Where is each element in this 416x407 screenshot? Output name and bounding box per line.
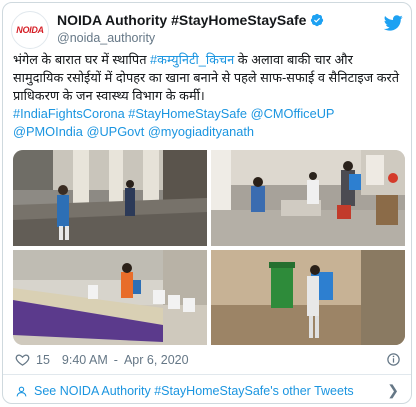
tweet-meta: 15 9:40 AM - Apr 6, 2020 — [15, 352, 189, 367]
tweet-photo-2[interactable] — [211, 150, 405, 246]
tweet-photo-4[interactable] — [211, 250, 405, 345]
see-other-tweets-link[interactable]: See NOIDA Authority #StayHomeStaySafe's … — [15, 381, 399, 401]
tweet-time[interactable]: 9:40 AM — [62, 353, 108, 367]
mention-cmofficeup[interactable]: @CMOfficeUP — [251, 106, 335, 121]
verified-badge-icon — [311, 13, 324, 27]
author-name-row[interactable]: NOIDA Authority #StayHomeStaySafe — [57, 12, 324, 28]
hashtag-stay-home-stay-safe[interactable]: #StayHomeStaySafe — [128, 106, 247, 121]
info-icon[interactable] — [386, 352, 401, 367]
mention-pmoindia[interactable]: @PMOIndia — [13, 124, 83, 139]
see-other-tweets-label[interactable]: See NOIDA Authority #StayHomeStaySafe's … — [34, 384, 354, 398]
tweet-text-part1: भंगेल के बारात घर में स्थापित — [13, 52, 151, 67]
tweet-body: भंगेल के बारात घर में स्थापित #कम्युनिटी… — [13, 51, 405, 141]
tweet-photo-3[interactable] — [13, 250, 207, 345]
meta-separator: - — [113, 352, 118, 367]
footer-divider — [3, 374, 411, 375]
tweet-date[interactable]: Apr 6, 2020 — [124, 353, 189, 367]
tweet-photo-1[interactable] — [13, 150, 207, 246]
like-count[interactable]: 15 — [36, 353, 50, 367]
tweet-media-grid — [13, 150, 405, 345]
avatar[interactable]: NOIDA — [11, 11, 49, 49]
author-handle[interactable]: @noida_authority — [57, 31, 155, 45]
chevron-right-icon[interactable]: ❯ — [387, 382, 399, 399]
tweet-header: NOIDA NOIDA Authority #StayHomeStaySafe … — [11, 9, 403, 49]
twitter-bird-icon[interactable] — [383, 13, 403, 33]
tweet-card[interactable]: NOIDA NOIDA Authority #StayHomeStaySafe … — [2, 2, 412, 404]
mention-upgovt[interactable]: @UPGovt — [86, 124, 144, 139]
hashtag-india-fights-corona[interactable]: #IndiaFightsCorona — [13, 106, 125, 121]
heart-icon[interactable] — [15, 352, 30, 367]
mention-myogiadityanath[interactable]: @myogiadityanath — [148, 124, 254, 139]
avatar-logo-text: NOIDA — [16, 25, 44, 35]
author-display-name[interactable]: NOIDA Authority #StayHomeStaySafe — [57, 12, 306, 28]
person-icon — [16, 386, 27, 396]
hashtag-community-kitchen[interactable]: #कम्युनिटी_किचन — [150, 52, 234, 67]
